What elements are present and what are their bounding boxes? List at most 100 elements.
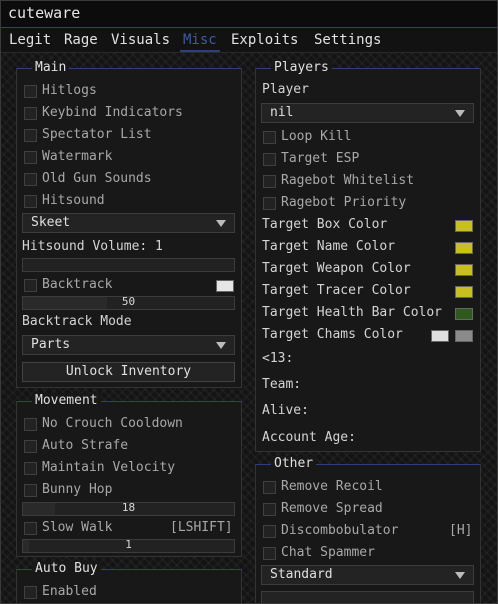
player-team-info: Team: — [262, 377, 302, 392]
slow-walk-checkbox[interactable] — [24, 522, 37, 535]
chevron-down-icon — [216, 220, 226, 227]
hitsound-volume-slider[interactable] — [22, 258, 235, 272]
keybind-indicators-label: Keybind Indicators — [42, 105, 183, 120]
tab-bar: Legit Rage Visuals Misc Exploits Setting… — [1, 28, 497, 53]
title-bar[interactable]: cuteware — [1, 1, 497, 28]
discombobulator-row[interactable]: Discombobulator [H] — [263, 522, 473, 540]
slow-walk-row[interactable]: Slow Walk [LSHIFT] — [24, 519, 234, 537]
target-health-bar-color-label: Target Health Bar Color — [262, 305, 443, 320]
no-crouch-cooldown-label: No Crouch Cooldown — [42, 416, 183, 431]
auto-buy-enabled-label: Enabled — [42, 584, 97, 599]
auto-strafe-label: Auto Strafe — [42, 438, 129, 453]
players-panel: Players Player nil Loop Kill Target ESP … — [255, 60, 481, 452]
player-combo[interactable]: nil — [261, 103, 474, 123]
watermark-label: Watermark — [42, 149, 113, 164]
tab-visuals[interactable]: Visuals — [111, 32, 170, 48]
backtrack-mode-combo[interactable]: Parts — [22, 335, 235, 355]
backtrack-checkbox[interactable] — [24, 279, 37, 292]
target-box-color-label: Target Box Color — [262, 217, 388, 232]
loop-kill-label: Loop Kill — [281, 129, 352, 144]
chat-spammer-label: Chat Spammer — [281, 545, 375, 560]
slow-walk-slider[interactable]: 1 — [22, 538, 235, 553]
chat-spammer-checkbox[interactable] — [263, 547, 276, 560]
chevron-down-icon — [455, 572, 465, 579]
auto-buy-panel: Auto Buy Enabled — [16, 561, 242, 603]
backtrack-slider[interactable]: 50 — [22, 295, 235, 310]
old-gun-sounds-checkbox[interactable] — [24, 173, 37, 186]
tab-misc[interactable]: Misc — [180, 32, 220, 52]
unlock-inventory-button[interactable]: Unlock Inventory — [22, 362, 235, 382]
discombobulator-checkbox[interactable] — [263, 525, 276, 538]
ragebot-priority-label: Ragebot Priority — [281, 195, 407, 210]
remove-recoil-label: Remove Recoil — [281, 479, 383, 494]
discombobulator-keybind[interactable]: [H] — [449, 522, 472, 540]
slow-walk-keybind[interactable]: [LSHIFT] — [170, 519, 233, 537]
keybind-indicators-checkbox[interactable] — [24, 107, 37, 120]
movement-panel-title: Movement — [32, 393, 101, 409]
slow-walk-slider-value: 1 — [125, 538, 132, 551]
tab-rage[interactable]: Rage — [64, 32, 98, 48]
main-panel-title: Main — [32, 60, 70, 76]
discombobulator-label: Discombobulator — [281, 523, 399, 538]
auto-buy-panel-title: Auto Buy — [32, 561, 101, 577]
players-panel-title: Players — [271, 60, 332, 76]
target-weapon-color-swatch[interactable] — [455, 264, 473, 276]
player-account-age-info: Account Age: — [262, 430, 356, 445]
target-esp-label: Target ESP — [281, 151, 360, 166]
other-panel-title: Other — [271, 456, 317, 472]
target-chams-color-label: Target Chams Color — [262, 327, 403, 342]
app-title: cuteware — [8, 4, 81, 22]
ragebot-whitelist-label: Ragebot Whitelist — [281, 173, 415, 188]
maintain-velocity-checkbox[interactable] — [24, 462, 37, 475]
chat-spammer-combo[interactable]: Standard — [261, 565, 474, 585]
target-esp-checkbox[interactable] — [263, 153, 276, 166]
tab-settings[interactable]: Settings — [314, 32, 381, 48]
backtrack-color-swatch[interactable] — [216, 280, 234, 292]
target-box-color-swatch[interactable] — [455, 220, 473, 232]
player-alive-info: Alive: — [262, 403, 309, 418]
target-tracer-color-swatch[interactable] — [455, 286, 473, 298]
remove-spread-checkbox[interactable] — [263, 503, 276, 516]
main-panel: Main Hitlogs Keybind Indicators Spectato… — [16, 60, 242, 388]
spectator-list-checkbox[interactable] — [24, 129, 37, 142]
hitsound-label: Hitsound — [42, 193, 105, 208]
player-label: Player — [262, 82, 309, 97]
watermark-checkbox[interactable] — [24, 151, 37, 164]
no-crouch-cooldown-checkbox[interactable] — [24, 418, 37, 431]
target-weapon-color-label: Target Weapon Color — [262, 261, 411, 276]
ragebot-priority-checkbox[interactable] — [263, 197, 276, 210]
bunny-hop-slider-value: 18 — [121, 501, 136, 514]
backtrack-mode-value: Parts — [31, 337, 71, 352]
target-chams-color-swatch[interactable] — [431, 330, 449, 342]
target-chams-occluded-color-swatch[interactable] — [455, 330, 473, 342]
auto-buy-enabled-checkbox[interactable] — [24, 586, 37, 599]
auto-strafe-checkbox[interactable] — [24, 440, 37, 453]
old-gun-sounds-label: Old Gun Sounds — [42, 171, 152, 186]
chat-spammer-combo-value: Standard — [270, 567, 333, 582]
chat-spammer-extra-field[interactable] — [261, 591, 474, 603]
backtrack-label: Backtrack — [42, 277, 113, 292]
spectator-list-label: Spectator List — [42, 127, 152, 142]
hitsound-checkbox[interactable] — [24, 195, 37, 208]
hitsound-combo[interactable]: Skeet — [22, 213, 235, 233]
movement-panel: Movement No Crouch Cooldown Auto Strafe … — [16, 393, 242, 557]
chevron-down-icon — [216, 342, 226, 349]
tab-exploits[interactable]: Exploits — [231, 32, 298, 48]
remove-recoil-checkbox[interactable] — [263, 481, 276, 494]
ragebot-whitelist-checkbox[interactable] — [263, 175, 276, 188]
player-combo-value: nil — [270, 105, 294, 120]
backtrack-slider-value: 50 — [121, 295, 136, 308]
maintain-velocity-label: Maintain Velocity — [42, 460, 176, 475]
slow-walk-label: Slow Walk — [42, 520, 113, 535]
target-health-bar-color-swatch[interactable] — [455, 308, 473, 320]
loop-kill-checkbox[interactable] — [263, 131, 276, 144]
hitlogs-label: Hitlogs — [42, 83, 97, 98]
hitlogs-checkbox[interactable] — [24, 85, 37, 98]
target-name-color-swatch[interactable] — [455, 242, 473, 254]
tab-legit[interactable]: Legit — [9, 32, 51, 48]
bunny-hop-slider[interactable]: 18 — [22, 501, 235, 516]
bunny-hop-checkbox[interactable] — [24, 484, 37, 497]
bunny-hop-label: Bunny Hop — [42, 482, 113, 497]
hitsound-combo-value: Skeet — [31, 215, 71, 230]
backtrack-checkbox-row[interactable]: Backtrack — [24, 276, 234, 294]
